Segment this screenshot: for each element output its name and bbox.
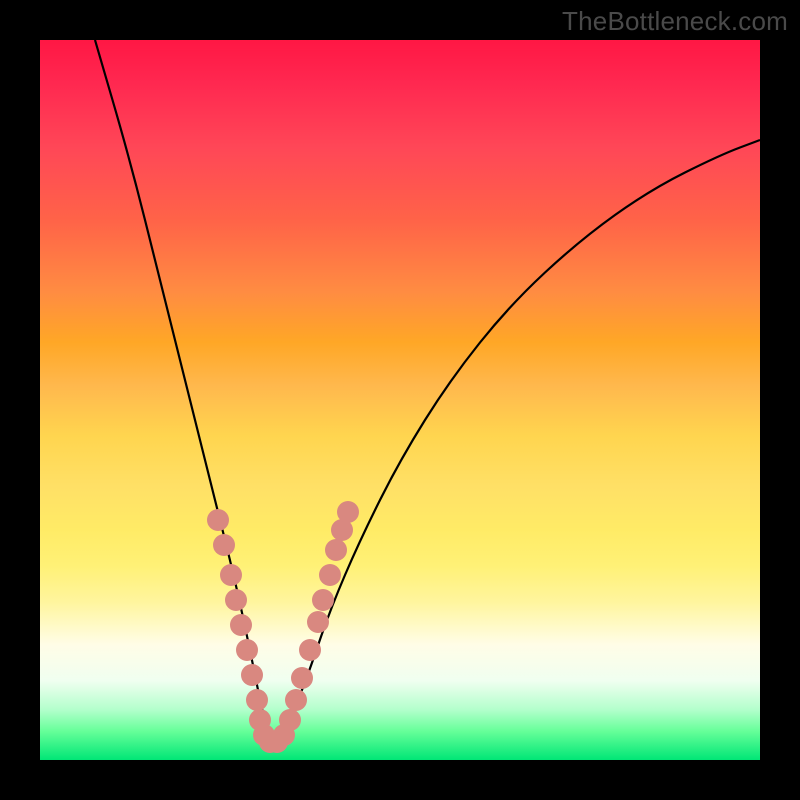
data-marker bbox=[299, 639, 321, 661]
watermark: TheBottleneck.com bbox=[562, 6, 788, 37]
data-marker bbox=[241, 664, 263, 686]
data-marker bbox=[307, 611, 329, 633]
data-marker bbox=[325, 539, 347, 561]
data-marker bbox=[291, 667, 313, 689]
chart-background-gradient bbox=[40, 40, 760, 760]
data-marker bbox=[337, 501, 359, 523]
data-marker bbox=[285, 689, 307, 711]
data-marker bbox=[225, 589, 247, 611]
data-marker bbox=[236, 639, 258, 661]
data-marker bbox=[230, 614, 252, 636]
data-marker bbox=[246, 689, 268, 711]
data-marker bbox=[213, 534, 235, 556]
data-marker bbox=[207, 509, 229, 531]
data-marker bbox=[279, 709, 301, 731]
data-marker bbox=[220, 564, 242, 586]
data-marker bbox=[312, 589, 334, 611]
data-marker bbox=[319, 564, 341, 586]
